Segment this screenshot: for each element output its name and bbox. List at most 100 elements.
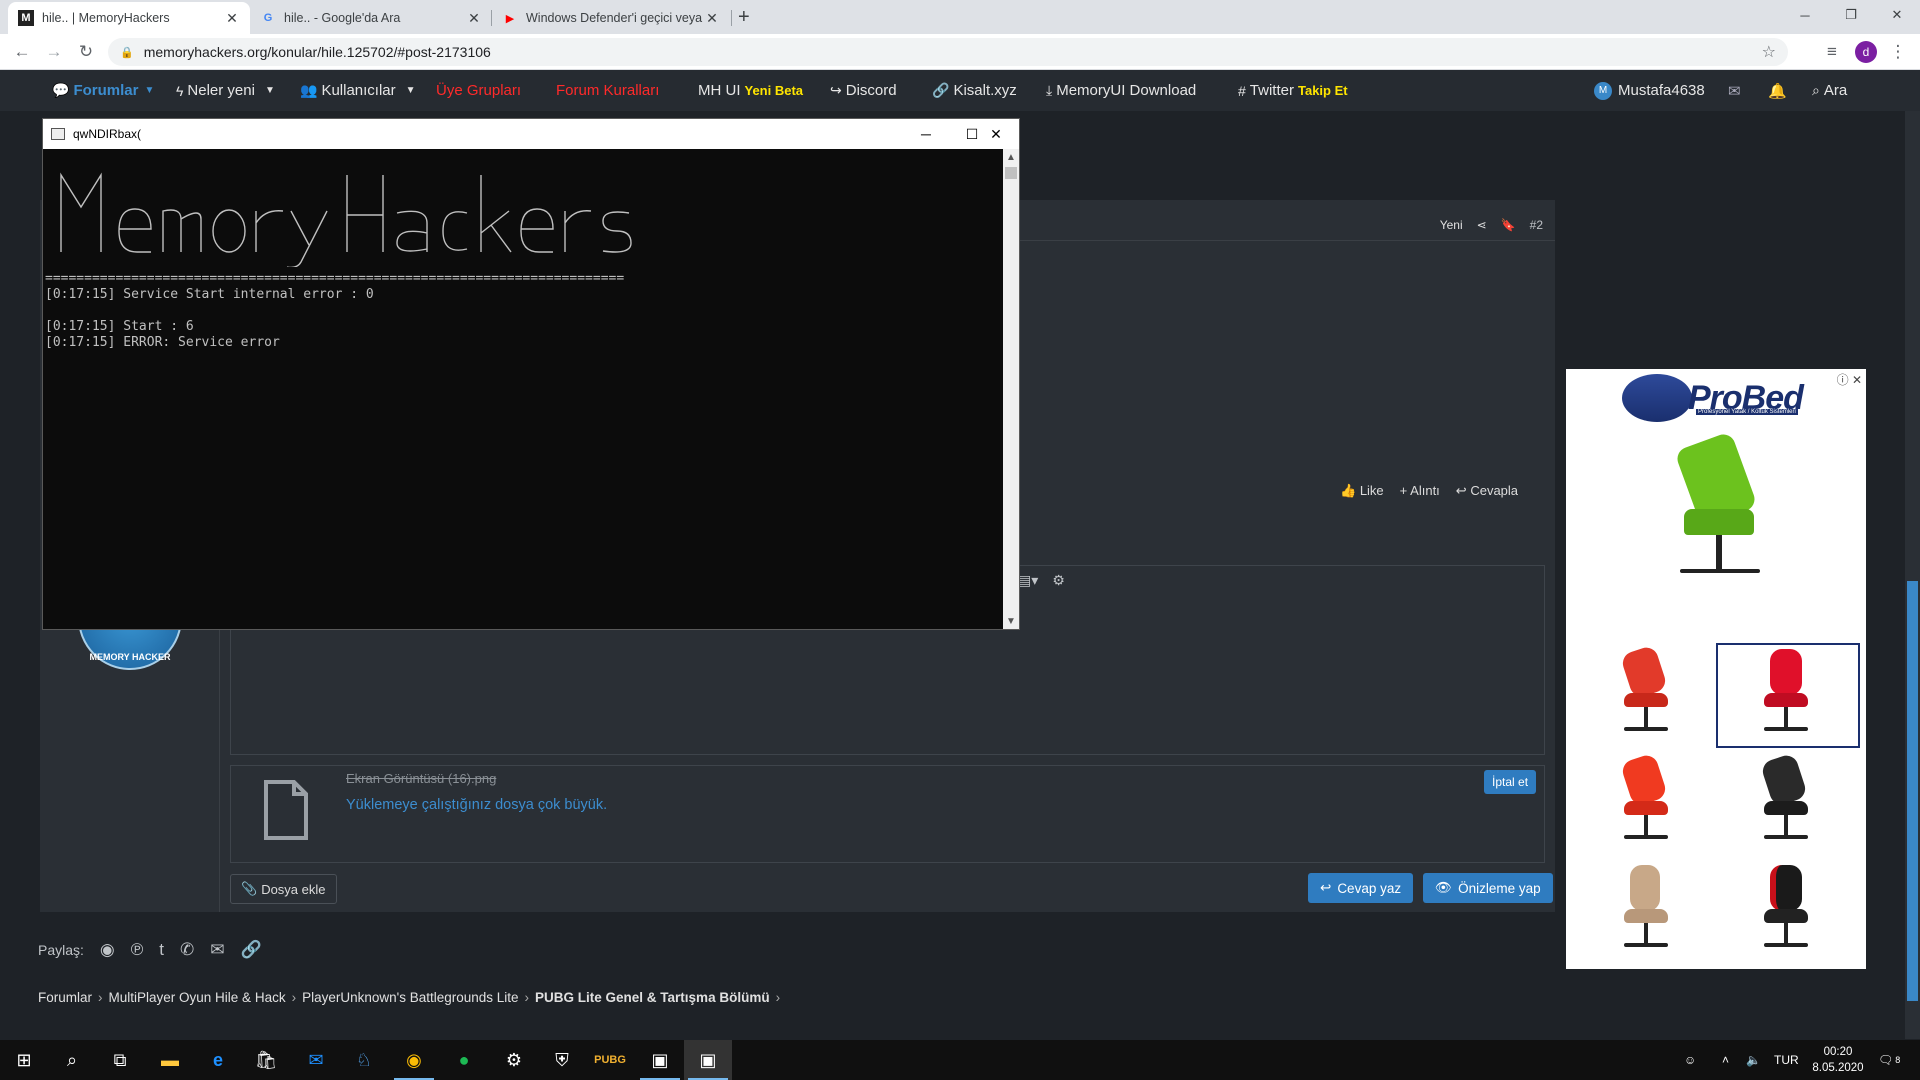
back-icon[interactable]: ←: [10, 40, 34, 64]
console-line: [0:17:15] Start : 6: [45, 319, 194, 334]
close-icon[interactable]: ✕: [973, 119, 1019, 149]
search-icon[interactable]: ⌕: [48, 1040, 96, 1080]
scroll-up-icon[interactable]: ▲: [1003, 149, 1019, 165]
pinterest-icon[interactable]: ℗: [131, 940, 144, 960]
whatsapp-icon[interactable]: ✆: [180, 940, 194, 960]
bookmark-star-icon[interactable]: ☆: [1762, 42, 1776, 62]
input-language[interactable]: TUR: [1774, 1040, 1799, 1080]
breadcrumb-item[interactable]: PUBG Lite Genel & Tartışma Bölümü: [535, 990, 770, 1005]
console-scroll-thumb[interactable]: [1005, 167, 1017, 179]
edge-icon[interactable]: e: [194, 1040, 242, 1080]
store-icon[interactable]: 🛍: [242, 1040, 290, 1080]
mail-icon[interactable]: ✉: [292, 1040, 340, 1080]
nav-twitter[interactable]: # Twitter Takip Et: [1238, 70, 1348, 111]
nav-user-account[interactable]: M Mustafa4638: [1594, 70, 1705, 111]
minimize-icon[interactable]: ─: [1782, 0, 1828, 30]
chrome-icon[interactable]: ◉: [390, 1040, 438, 1080]
share-row: Paylaş: ◉ ℗ t ✆ ✉ 🔗: [38, 940, 262, 960]
restore-icon[interactable]: ❐: [1828, 0, 1874, 30]
ad-info-close-icon[interactable]: ⓘ ✕: [1837, 371, 1862, 388]
reply-link[interactable]: ↩ Cevapla: [1456, 483, 1518, 499]
quote-label: Alıntı: [1410, 483, 1440, 498]
nav-whats-new[interactable]: ϟ Neler yeni ▼: [176, 70, 275, 111]
scroll-down-icon[interactable]: ▼: [1003, 613, 1019, 629]
inbox-icon[interactable]: ✉: [1728, 70, 1741, 111]
breadcrumb-item[interactable]: PlayerUnknown's Battlegrounds Lite: [302, 990, 518, 1005]
chair-thumb-black-red[interactable]: [1736, 865, 1836, 960]
chat-icon: 💬: [52, 82, 70, 98]
profile-avatar[interactable]: d: [1855, 41, 1877, 63]
bell-icon[interactable]: 🔔: [1768, 70, 1787, 111]
nav-twitter-label: Twitter: [1249, 82, 1294, 99]
breadcrumb-item[interactable]: Forumlar: [38, 990, 92, 1005]
tumblr-icon[interactable]: t: [159, 940, 164, 960]
reddit-icon[interactable]: ◉: [100, 940, 115, 960]
volume-icon[interactable]: 🔈: [1746, 1040, 1761, 1080]
nav-forums[interactable]: 💬 Forumlar ▼: [52, 70, 154, 111]
share-label: Paylaş:: [38, 942, 84, 958]
forward-icon[interactable]: →: [42, 40, 66, 64]
nav-user-groups[interactable]: Üye Grupları: [436, 70, 521, 111]
cancel-upload-button[interactable]: İptal et: [1484, 770, 1537, 794]
new-tab-button[interactable]: +: [738, 6, 750, 29]
probed-advertisement[interactable]: ProBed Profesyonel Yatak / Koltuk Sistem…: [1566, 369, 1866, 969]
post-reply-button[interactable]: ↩ Cevap yaz: [1308, 873, 1414, 903]
tab-memoryhackers[interactable]: M hile.. | MemoryHackers ✕: [8, 2, 250, 34]
console-app-taskbar-icon-active[interactable]: ▣: [684, 1040, 732, 1080]
post-number-link[interactable]: #2: [1530, 218, 1543, 232]
menu-kebab-icon[interactable]: ⋮: [1886, 40, 1910, 64]
notification-center-icon[interactable]: 🗨 8: [1878, 1040, 1900, 1080]
close-window-icon[interactable]: ✕: [1874, 0, 1920, 30]
scrollbar-thumb[interactable]: [1907, 581, 1918, 1001]
chair-thumb-red-1[interactable]: [1596, 644, 1696, 744]
nav-kisalt[interactable]: 🔗 Kisalt.xyz: [932, 70, 1017, 111]
like-button[interactable]: 👍 Like: [1340, 483, 1384, 499]
bolt-icon: ϟ: [176, 82, 184, 99]
nav-search[interactable]: ⌕ Ara: [1812, 70, 1847, 111]
address-bar[interactable]: 🔒 memoryhackers.org/konular/hile.125702/…: [108, 38, 1788, 66]
chair-thumb-red-3[interactable]: [1596, 752, 1696, 852]
app-icon[interactable]: ♘: [340, 1040, 388, 1080]
clipboard-icon[interactable]: ▤▾: [1018, 572, 1038, 589]
nav-discord[interactable]: ↪ Discord: [830, 70, 897, 111]
add-file-button[interactable]: 📎 Dosya ekle: [230, 874, 337, 904]
reload-icon[interactable]: ↻: [74, 40, 98, 64]
quote-button[interactable]: + Alıntı: [1400, 483, 1440, 499]
spotify-icon[interactable]: ●: [440, 1040, 488, 1080]
media-queue-icon[interactable]: ≡: [1820, 40, 1844, 64]
breadcrumb-item[interactable]: MultiPlayer Oyun Hile & Hack: [109, 990, 286, 1005]
tab-google-search[interactable]: G hile.. - Google'da Ara ✕: [250, 2, 492, 34]
chair-thumb-red-2[interactable]: [1736, 649, 1836, 744]
tray-chevron-up-icon[interactable]: ˄: [1722, 1040, 1729, 1080]
settings-gear-icon[interactable]: ⚙: [490, 1040, 538, 1080]
close-tab-icon[interactable]: ✕: [224, 10, 240, 27]
windows-start-icon[interactable]: ⊞: [0, 1040, 48, 1080]
link-icon[interactable]: 🔗: [241, 940, 262, 960]
preview-button[interactable]: 👁 Önizleme yap: [1423, 873, 1553, 903]
bookmark-icon[interactable]: 🔖: [1501, 218, 1516, 232]
defender-shield-icon[interactable]: ⛨: [538, 1040, 586, 1080]
task-view-icon[interactable]: ⧉: [96, 1040, 144, 1080]
close-tab-icon[interactable]: ✕: [466, 10, 482, 27]
nav-mh-ui[interactable]: MH UI Yeni Beta: [698, 70, 803, 111]
file-explorer-icon[interactable]: ▬: [146, 1040, 194, 1080]
console-app-taskbar-icon[interactable]: ▣: [636, 1040, 684, 1080]
nav-forum-rules[interactable]: Forum Kuralları: [556, 70, 659, 111]
chair-thumb-beige[interactable]: [1596, 865, 1696, 960]
nav-memoryui-download[interactable]: ⤓ MemoryUI Download: [1046, 70, 1196, 111]
chair-thumb-black[interactable]: [1736, 752, 1836, 852]
gear-icon[interactable]: ⚙: [1052, 572, 1065, 589]
share-icon[interactable]: ⋖: [1477, 218, 1487, 232]
email-icon[interactable]: ✉: [210, 940, 224, 960]
console-titlebar[interactable]: qwNDIRbax( ─ ☐ ✕: [43, 119, 1019, 149]
nav-members[interactable]: 👥 Kullanıcılar ▼: [300, 70, 416, 111]
close-tab-icon[interactable]: ✕: [704, 10, 720, 27]
system-clock[interactable]: 00:20 8.05.2020: [1806, 1044, 1870, 1076]
console-scrollbar[interactable]: ▲ ▼: [1003, 149, 1019, 629]
minimize-icon[interactable]: ─: [903, 119, 949, 149]
pubg-icon[interactable]: PUBG: [586, 1040, 634, 1080]
page-scrollbar[interactable]: [1905, 111, 1920, 1039]
tab-windows-defender[interactable]: ▶ Windows Defender'i geçici veya k ✕: [492, 2, 730, 34]
nav-search-label: Ara: [1823, 82, 1848, 99]
people-icon[interactable]: ☺: [1684, 1040, 1696, 1080]
